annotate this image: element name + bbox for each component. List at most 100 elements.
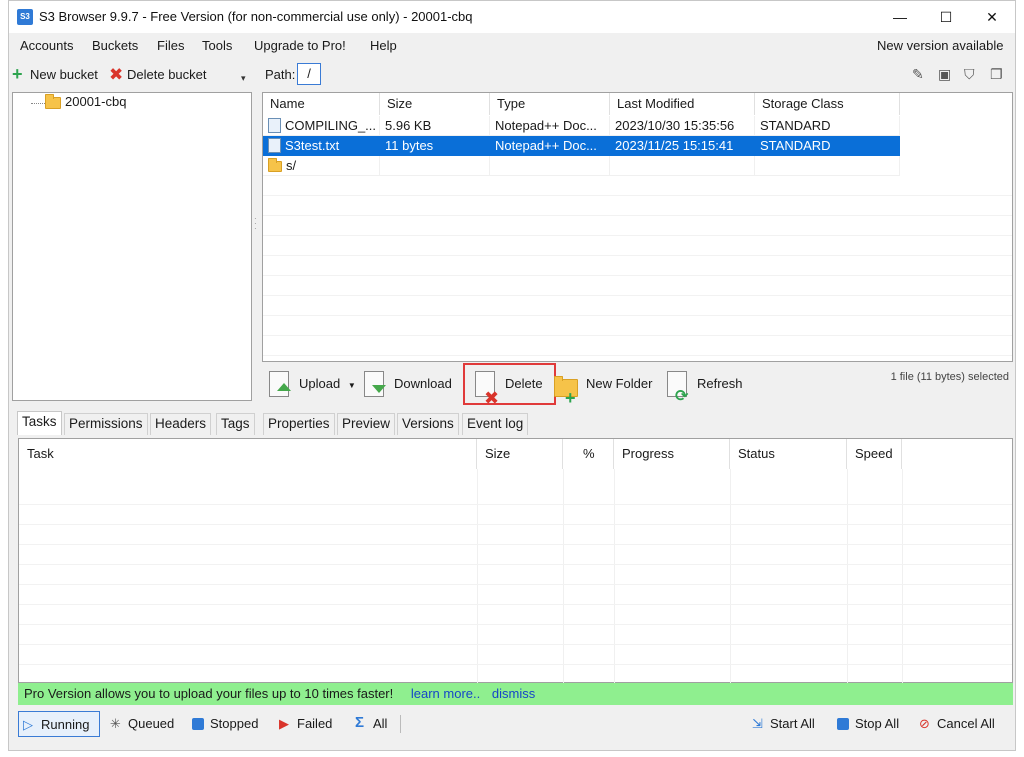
delete-x-icon: ✖	[109, 65, 124, 84]
new-bucket-button[interactable]: + New bucket	[12, 65, 98, 85]
menu-files[interactable]: Files	[157, 38, 184, 53]
folder-name: s/	[286, 158, 297, 173]
col-status[interactable]: Status	[730, 439, 847, 469]
start-all-button[interactable]: ⇲ Start All	[748, 711, 815, 737]
folder-row[interactable]: s/	[263, 156, 1012, 176]
app-window: S3 S3 Browser 9.9.7 - Free Version (for …	[8, 0, 1016, 751]
start-all-label: Start All	[770, 716, 815, 731]
filter-icon[interactable]: ⛉	[964, 66, 975, 83]
col-task-size[interactable]: Size	[477, 439, 563, 469]
tree-item-bucket[interactable]: 20001-cbq	[21, 93, 171, 115]
col-storage-class[interactable]: Storage Class	[755, 93, 900, 115]
stopped-label: Stopped	[210, 716, 259, 731]
edit-pencil-icon[interactable]: ✎	[912, 66, 924, 83]
tab-preview[interactable]: Preview	[337, 413, 396, 435]
tab-permissions[interactable]: Permissions	[64, 413, 148, 435]
minimize-button[interactable]: —	[877, 1, 923, 33]
filter-queued-button[interactable]: ✳ Queued	[106, 711, 174, 737]
delete-label: Delete	[505, 376, 543, 391]
path-field[interactable]: /	[297, 63, 321, 85]
filter-running-button[interactable]: ▷ Running	[18, 711, 101, 737]
filter-failed-button[interactable]: ▶ Failed	[275, 711, 332, 737]
stop-all-icon	[837, 718, 849, 730]
upload-icon	[267, 371, 293, 399]
new-folder-button[interactable]: + New Folder	[554, 367, 652, 408]
delete-bucket-button[interactable]: ✖ Delete bucket	[109, 65, 207, 85]
tree-connector	[31, 103, 45, 104]
download-icon	[362, 371, 388, 399]
bucket-pane: + New bucket ✖ Delete bucket ▾ 20001-cbq	[12, 59, 252, 401]
sigma-icon: Σ	[355, 714, 365, 731]
delete-bucket-label: Delete bucket	[127, 67, 207, 82]
start-all-icon: ⇲	[752, 716, 763, 731]
menu-help[interactable]: Help	[370, 38, 397, 53]
delete-file-icon: ✖	[473, 371, 499, 408]
bottom-tabs: Tasks Permissions Headers Tags Propertie…	[17, 411, 1013, 435]
filter-all-button[interactable]: Σ All	[351, 711, 387, 737]
dropdown-arrow-icon[interactable]: ▼	[348, 381, 356, 390]
folder-icon	[268, 158, 282, 172]
file-size: 5.96 KB	[380, 116, 490, 136]
divider	[400, 715, 401, 733]
tab-versions[interactable]: Versions	[397, 413, 459, 435]
stop-all-label: Stop All	[855, 716, 900, 731]
col-percent[interactable]: %	[563, 439, 614, 469]
col-speed[interactable]: Speed	[847, 439, 902, 469]
upload-label: Upload	[299, 376, 341, 391]
tab-properties[interactable]: Properties	[263, 413, 335, 435]
app-icon: S3	[17, 9, 33, 25]
tab-tags[interactable]: Tags	[216, 413, 255, 435]
copy-icon[interactable]: ❐	[990, 66, 1003, 83]
file-list-header: Name Size Type Last Modified Storage Cla…	[263, 93, 1012, 115]
refresh-icon: ⟳	[665, 371, 691, 405]
upload-button[interactable]: Upload ▼	[267, 367, 356, 401]
new-folder-icon: +	[554, 371, 580, 408]
failed-label: Failed	[297, 716, 333, 731]
col-last-modified[interactable]: Last Modified	[610, 93, 755, 115]
file-modified: 2023/11/25 15:15:41	[610, 136, 755, 156]
overflow-chevron-icon[interactable]: ▾	[241, 73, 246, 84]
tab-headers[interactable]: Headers	[150, 413, 212, 435]
file-size: 11 bytes	[380, 136, 490, 156]
dismiss-link[interactable]: dismiss	[492, 686, 535, 701]
text-file-icon	[268, 138, 281, 153]
col-type[interactable]: Type	[490, 93, 610, 115]
filter-stopped-button[interactable]: Stopped	[188, 711, 258, 737]
col-task[interactable]: Task	[19, 439, 477, 469]
tree-item-label: 20001-cbq	[65, 94, 127, 109]
promo-banner: Pro Version allows you to upload your fi…	[18, 683, 1013, 705]
new-version-link[interactable]: New version available	[877, 38, 1003, 53]
file-modified: 2023/10/30 15:35:56	[610, 116, 755, 136]
maximize-button[interactable]: ☐	[923, 1, 969, 33]
file-row-selected[interactable]: S3test.txt 11 bytes Notepad++ Doc... 202…	[263, 136, 1012, 156]
menu-accounts[interactable]: Accounts	[20, 38, 73, 53]
menu-buckets[interactable]: Buckets	[92, 38, 138, 53]
delete-button[interactable]: ✖ Delete	[473, 367, 543, 408]
cancel-icon: ⊘	[919, 716, 930, 731]
tab-tasks[interactable]: Tasks	[17, 411, 62, 435]
file-storage-class: STANDARD	[755, 136, 900, 156]
tab-event-log[interactable]: Event log	[462, 413, 529, 435]
menu-tools[interactable]: Tools	[202, 38, 232, 53]
bucket-tree: 20001-cbq	[12, 92, 252, 401]
menu-upgrade[interactable]: Upgrade to Pro!	[254, 38, 346, 53]
view-icon[interactable]: ▣	[938, 66, 951, 83]
learn-more-link[interactable]: learn more..	[411, 686, 480, 701]
play-icon: ▷	[23, 717, 33, 732]
path-bar: Path: / ✎ ▣ ⛉ ❐	[262, 61, 1012, 87]
file-row[interactable]: COMPILING_... 5.96 KB Notepad++ Doc... 2…	[263, 116, 1012, 136]
stop-square-icon	[192, 718, 204, 730]
file-name: S3test.txt	[285, 138, 340, 153]
window-title: S3 Browser 9.9.7 - Free Version (for non…	[39, 9, 473, 24]
download-button[interactable]: Download	[362, 367, 452, 401]
selection-status: 1 file (11 bytes) selected	[890, 371, 1009, 383]
refresh-button[interactable]: ⟳ Refresh	[665, 367, 743, 405]
col-size[interactable]: Size	[380, 93, 490, 115]
pane-splitter[interactable]: · · ·	[254, 215, 258, 246]
task-filter-bar: ▷ Running ✳ Queued Stopped ▶ Failed Σ Al…	[18, 707, 1013, 737]
close-button[interactable]: ✕	[969, 1, 1015, 33]
col-progress[interactable]: Progress	[614, 439, 730, 469]
cancel-all-button[interactable]: ⊘ Cancel All	[915, 711, 995, 737]
col-name[interactable]: Name	[263, 93, 380, 115]
stop-all-button[interactable]: Stop All	[833, 711, 899, 737]
